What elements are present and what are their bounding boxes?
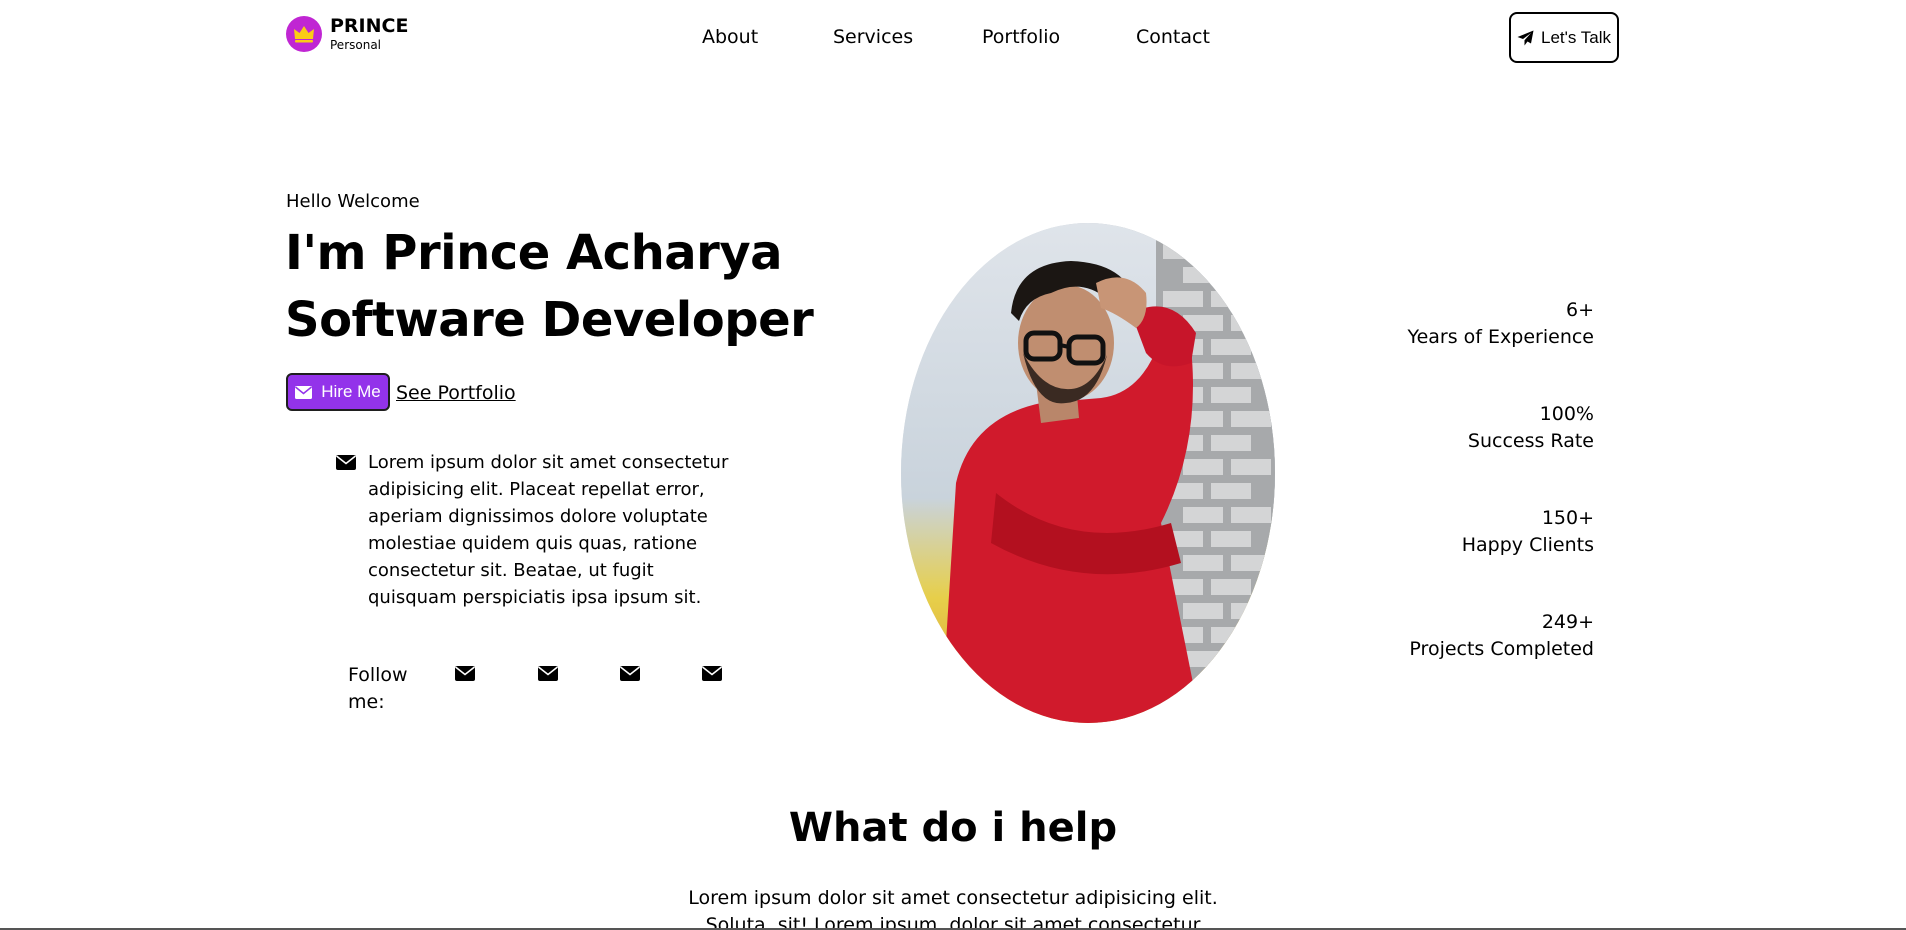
envelope-icon[interactable] — [455, 666, 475, 681]
envelope-icon[interactable] — [702, 666, 722, 681]
hero-description: Lorem ipsum dolor sit amet consectetur a… — [368, 452, 729, 608]
stat-success-rate: 100% Success Rate — [1408, 401, 1594, 505]
lets-talk-label: Let's Talk — [1540, 27, 1612, 47]
stat-label: Success Rate — [1467, 430, 1594, 452]
stat-experience: 6+ Years of Experience — [1408, 297, 1594, 401]
stat-value: 100% — [1539, 403, 1594, 425]
nav-link-portfolio[interactable]: Portfolio — [982, 26, 1060, 48]
envelope-icon[interactable] — [538, 666, 558, 681]
stat-value: 249+ — [1541, 611, 1594, 633]
nav-link-contact[interactable]: Contact — [1136, 26, 1210, 48]
stat-label: Happy Clients — [1461, 534, 1594, 556]
stat-value: 150+ — [1541, 507, 1594, 529]
lets-talk-button[interactable]: Let's Talk — [1509, 12, 1619, 63]
stat-projects: 249+ Projects Completed — [1408, 609, 1594, 713]
stat-label: Projects Completed — [1409, 638, 1594, 660]
stat-happy-clients: 150+ Happy Clients — [1408, 505, 1594, 609]
hire-me-button[interactable]: Hire Me — [286, 373, 390, 411]
stats-list: 6+ Years of Experience 100% Success Rate… — [1408, 297, 1594, 713]
hero-role: Software Developer — [285, 292, 814, 348]
paper-plane-icon — [1517, 30, 1534, 45]
nav-link-services[interactable]: Services — [833, 26, 913, 48]
follow-label: Follow me: — [348, 664, 408, 713]
section-title: What do i help — [788, 805, 1118, 851]
greeting-text: Hello Welcome — [286, 191, 420, 212]
nav-link-about[interactable]: About — [702, 26, 758, 48]
stat-label: Years of Experience — [1407, 326, 1594, 348]
hero-headline: I'm Prince Acharya Software Developer — [285, 220, 814, 354]
envelope-icon[interactable] — [620, 666, 640, 681]
hire-me-label: Hire Me — [321, 382, 381, 401]
see-portfolio-link[interactable]: See Portfolio — [396, 382, 516, 404]
section-text: Lorem ipsum dolor sit amet consectetur a… — [688, 887, 1218, 930]
stat-value: 6+ — [1565, 299, 1594, 321]
envelope-icon — [336, 455, 356, 470]
profile-photo — [901, 223, 1275, 723]
envelope-icon — [295, 385, 313, 399]
main-nav: About Services Portfolio Contact — [0, 26, 1906, 52]
hero-name: I'm Prince Acharya — [285, 225, 783, 281]
